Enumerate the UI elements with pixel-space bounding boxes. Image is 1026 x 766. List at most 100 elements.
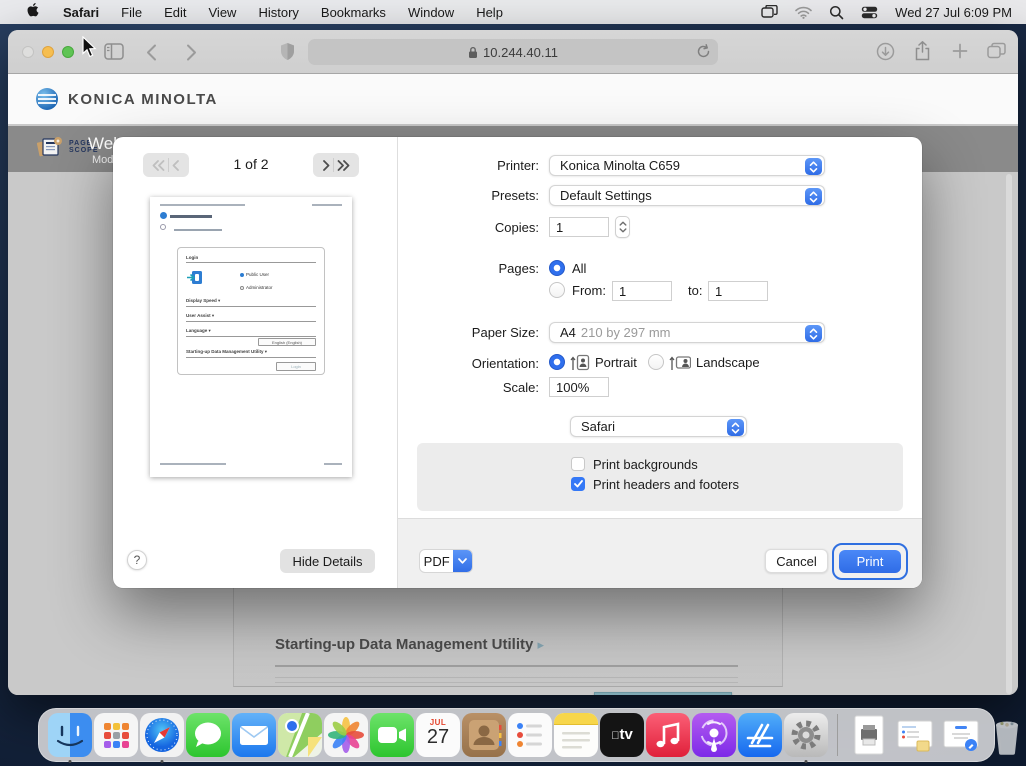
running-indicator: [69, 760, 72, 763]
menu-item-bookmarks[interactable]: Bookmarks: [310, 5, 397, 20]
pages-to-input[interactable]: [708, 281, 768, 301]
menu-item-file[interactable]: File: [110, 5, 153, 20]
window-minimize-button[interactable]: [42, 46, 54, 58]
popup-chevrons-icon: [805, 158, 822, 175]
running-indicator: [161, 760, 164, 763]
preview-language: Language ▾: [186, 328, 316, 337]
preview-radio-administrator: Administrator: [240, 285, 273, 290]
reload-icon[interactable]: [696, 44, 711, 62]
heading-arrow-icon: ▸: [538, 637, 545, 652]
dock-photos-icon[interactable]: [324, 713, 368, 757]
menu-item-safari[interactable]: Safari: [52, 5, 110, 20]
sidebar-toggle-icon[interactable]: [104, 43, 124, 65]
popup-chevrons-icon: [727, 419, 744, 436]
dock-system-settings-icon[interactable]: [784, 713, 828, 757]
control-center-icon[interactable]: [861, 6, 878, 19]
orientation-portrait-label: Portrait: [595, 355, 637, 370]
pdf-menu-button[interactable]: PDF: [419, 549, 473, 573]
menu-item-edit[interactable]: Edit: [153, 5, 197, 20]
dock-facetime-icon[interactable]: [370, 713, 414, 757]
presets-select[interactable]: Default Settings: [549, 185, 825, 206]
page-scrollbar[interactable]: [1006, 174, 1012, 694]
print-preview-page: Login Public User Administrator Display …: [150, 197, 352, 477]
brand-band: KONICA MINOLTA: [8, 74, 1018, 124]
page-login-button[interactable]: Login: [594, 692, 732, 695]
menu-item-view[interactable]: View: [198, 5, 248, 20]
apple-menu-icon[interactable]: [16, 3, 52, 22]
dock-document-icon[interactable]: [847, 713, 891, 757]
page-section-heading: Starting-up Data Management Utility ▸: [275, 636, 544, 653]
pages-label: Pages:: [419, 258, 539, 279]
dock-finder-icon[interactable]: [48, 713, 92, 757]
forward-button-icon[interactable]: [186, 44, 197, 66]
mouse-cursor: [82, 36, 97, 63]
window-close-button[interactable]: [22, 46, 34, 58]
paper-size-select[interactable]: A4210 by 297 mm: [549, 322, 825, 343]
preview-login-title: Login: [186, 255, 316, 263]
print-backgrounds-label: Print backgrounds: [593, 457, 698, 472]
share-icon[interactable]: [914, 41, 931, 66]
downloads-icon[interactable]: [876, 42, 895, 66]
preview-first-prev-buttons[interactable]: [143, 153, 189, 177]
dock-maps-icon[interactable]: [278, 713, 322, 757]
dock-contacts-icon[interactable]: [462, 713, 506, 757]
dock-safari-icon[interactable]: [140, 713, 184, 757]
dock-calendar-icon[interactable]: JUL 27: [416, 713, 460, 757]
dock-tv-icon[interactable]: tv: [600, 713, 644, 757]
dock-launchpad-icon[interactable]: [94, 713, 138, 757]
pages-all-radio[interactable]: [549, 260, 565, 276]
menu-item-history[interactable]: History: [247, 5, 309, 20]
preview-header-text: [160, 204, 245, 206]
printer-label: Printer:: [419, 155, 539, 176]
preview-login-box: Login Public User Administrator Display …: [177, 247, 325, 375]
spotlight-search-icon[interactable]: [829, 5, 844, 20]
dock-mail-icon[interactable]: [232, 713, 276, 757]
pages-to-label: to:: [688, 283, 702, 298]
orientation-landscape-radio[interactable]: [648, 354, 664, 370]
preview-km-logo-icon: [160, 212, 167, 219]
print-button[interactable]: Print: [839, 550, 901, 573]
scale-label: Scale:: [419, 377, 539, 398]
dock-reminders-icon[interactable]: [508, 713, 552, 757]
hide-details-button[interactable]: Hide Details: [280, 549, 375, 573]
new-tab-icon[interactable]: [952, 43, 968, 64]
dock-trash-icon[interactable]: [985, 713, 1026, 757]
dock-messages-icon[interactable]: [186, 713, 230, 757]
print-dialog: 1 of 2 Login Public User Administrator D…: [113, 137, 922, 588]
pages-range-radio[interactable]: [549, 282, 565, 298]
preview-footer-url: [160, 463, 226, 465]
menu-bar-clock[interactable]: Wed 27 Jul 6:09 PM: [895, 5, 1012, 20]
privacy-shield-icon[interactable]: [280, 42, 295, 66]
preview-next-last-buttons[interactable]: [313, 153, 359, 177]
copies-input[interactable]: [549, 217, 609, 237]
printer-select[interactable]: Konica Minolta C659: [549, 155, 825, 176]
menu-bar: Safari File Edit View History Bookmarks …: [0, 0, 1026, 24]
print-backgrounds-checkbox[interactable]: [571, 457, 585, 471]
dock-notes-icon[interactable]: [554, 713, 598, 757]
help-button[interactable]: ?: [127, 550, 147, 570]
tab-overview-icon[interactable]: [987, 42, 1006, 64]
dock-music-icon[interactable]: [646, 713, 690, 757]
menu-item-help[interactable]: Help: [465, 5, 514, 20]
cancel-button[interactable]: Cancel: [765, 549, 828, 573]
address-bar[interactable]: 10.244.40.11: [308, 39, 718, 65]
dock-window-thumbnail-icon[interactable]: [939, 713, 983, 757]
dock-app-store-icon[interactable]: [738, 713, 782, 757]
app-options-select[interactable]: Safari: [570, 416, 747, 437]
print-headers-checkbox[interactable]: [571, 477, 585, 491]
scale-input[interactable]: [549, 377, 609, 397]
preview-page-indicator: 1 of 2: [211, 156, 291, 172]
window-zoom-button[interactable]: [62, 46, 74, 58]
popup-chevrons-icon: [805, 325, 822, 342]
dock-window-thumbnail-icon[interactable]: [893, 713, 937, 757]
back-button-icon[interactable]: [146, 44, 157, 66]
orientation-portrait-radio[interactable]: [549, 354, 565, 370]
stage-manager-icon[interactable]: [761, 5, 778, 19]
orientation-landscape-label: Landscape: [696, 355, 760, 370]
dock-podcasts-icon[interactable]: [692, 713, 736, 757]
copies-stepper[interactable]: [615, 216, 630, 238]
wifi-icon[interactable]: [795, 6, 812, 19]
print-headers-label: Print headers and footers: [593, 477, 739, 492]
pages-from-input[interactable]: [612, 281, 672, 301]
menu-item-window[interactable]: Window: [397, 5, 465, 20]
